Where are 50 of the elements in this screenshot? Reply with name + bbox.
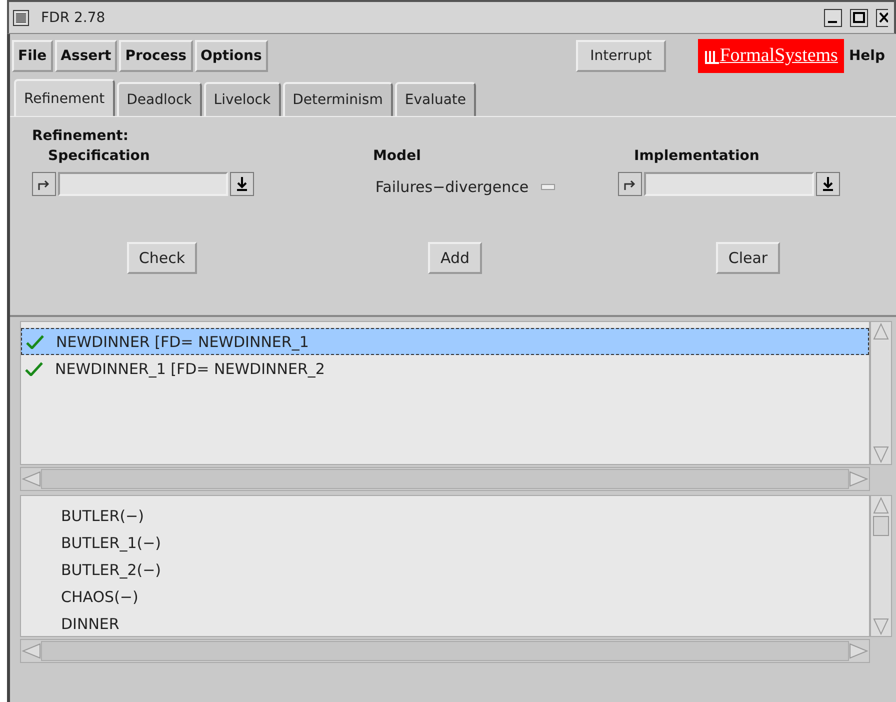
assertion-text: NEWDINNER_1 [FD= NEWDINNER_2 [55,360,325,378]
list-entry[interactable]: BUTLER(−) [21,502,869,529]
tab[interactable]: Determinism [282,82,393,116]
specification-field[interactable] [58,172,228,196]
tab[interactable]: Livelock [204,82,281,116]
scroll-thumb[interactable] [873,516,889,536]
add-button[interactable]: Add [428,242,482,274]
horizontal-scrollbar[interactable] [20,467,870,491]
option-menu-icon[interactable] [540,184,555,190]
scroll-down-arrow-icon[interactable] [872,618,890,636]
menu-item[interactable]: Assert [54,40,118,72]
assertion-row[interactable]: NEWDINNER_1 [FD= NEWDINNER_2 [21,355,869,382]
specification-label: Specification [48,148,150,166]
scroll-left-arrow-icon[interactable] [21,470,41,488]
help-menu[interactable]: Help [846,42,888,70]
close-icon[interactable] [876,8,888,26]
maximize-icon[interactable] [850,8,868,26]
check-button[interactable]: Check [126,242,198,274]
logo: FormalSystems [698,39,844,73]
model-label: Model [373,148,421,166]
scroll-up-arrow-icon[interactable] [872,496,890,514]
menu-item[interactable]: Options [194,40,268,72]
scroll-left-arrow-icon[interactable] [21,642,41,660]
list-entry[interactable]: BUTLER_2(−) [21,556,869,583]
interrupt-button[interactable]: Interrupt [576,40,666,72]
scroll-up-arrow-icon[interactable] [872,322,890,340]
list-entry[interactable]: DINNER [21,610,869,637]
model-option[interactable]: Failures−divergence [375,178,529,196]
window-title: FDR 2.78 [41,10,106,26]
assertion-row[interactable]: NEWDINNER [FD= NEWDINNER_1 [21,328,869,355]
menu-item[interactable]: Process [119,40,192,72]
implementation-label: Implementation [634,148,760,166]
clear-button[interactable]: Clear [716,242,780,274]
section-heading: Refinement: [32,128,128,144]
tab[interactable]: Deadlock [116,82,202,116]
implementation-field[interactable] [644,172,814,196]
assertion-text: NEWDINNER [FD= NEWDINNER_1 [56,332,309,350]
list-entry[interactable]: BUTLER_1(−) [21,529,869,556]
scroll-down-arrow-icon[interactable] [872,446,890,464]
tab[interactable]: Refinement [14,79,115,116]
horizontal-scrollbar[interactable] [20,639,870,663]
scroll-right-arrow-icon[interactable] [849,470,869,488]
vertical-scrollbar[interactable] [870,495,892,637]
vertical-scrollbar[interactable] [870,321,892,465]
scroll-right-arrow-icon[interactable] [849,642,869,660]
menu-item[interactable]: File [12,40,53,72]
tab[interactable]: Evaluate [394,82,476,116]
minimize-icon[interactable] [824,8,842,26]
list-entry[interactable]: CHAOS(−) [21,583,869,610]
window-menu-icon[interactable] [13,10,29,26]
